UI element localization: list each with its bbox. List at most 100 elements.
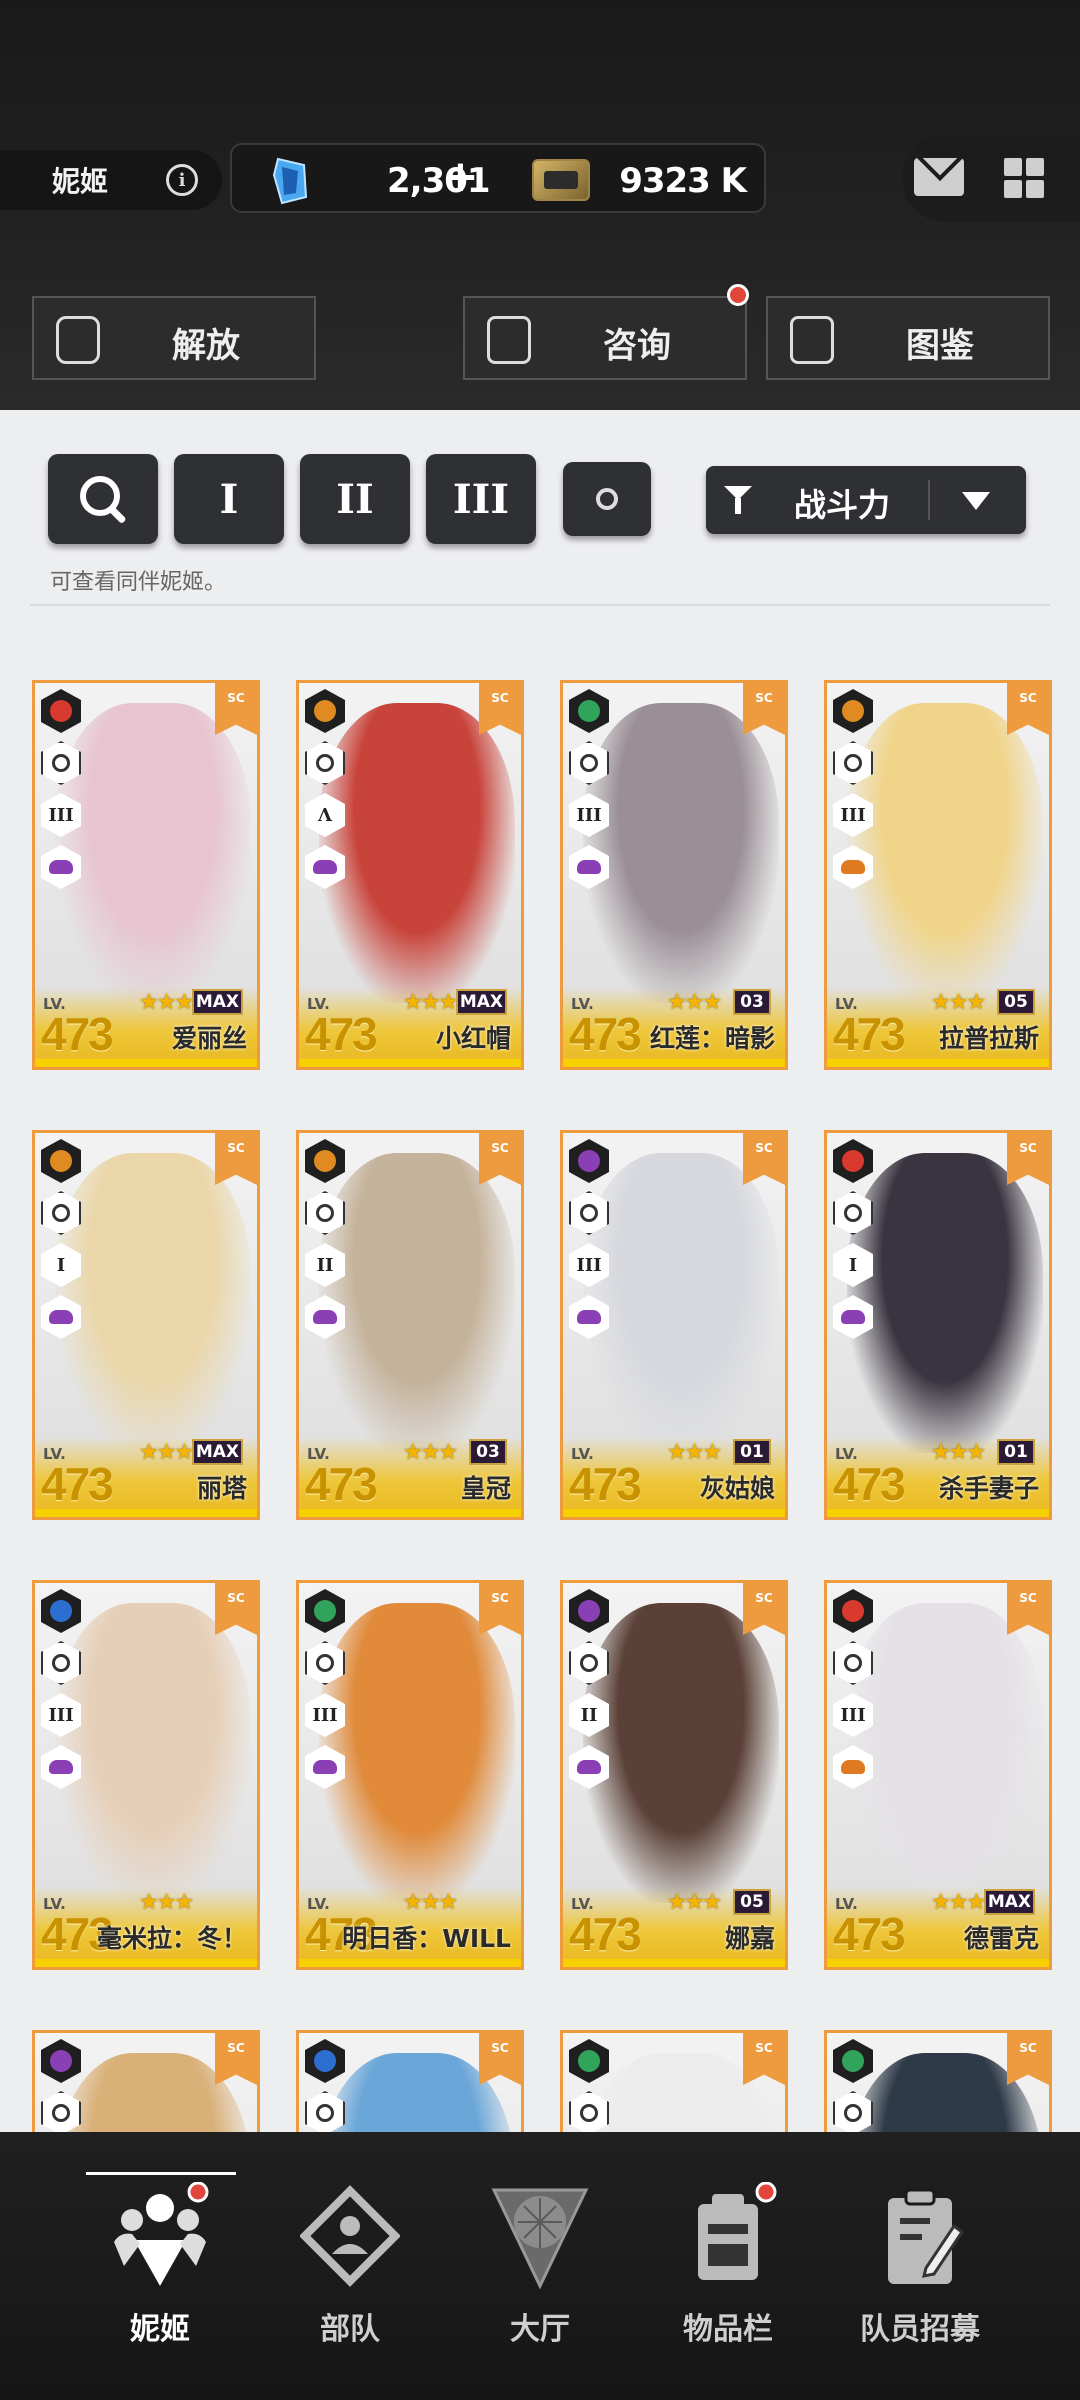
card-badges: III [305,1589,345,1797]
element-icon [569,689,609,733]
currency-bar: 2,301 + 9323 K [230,143,766,213]
element-icon [305,1589,345,1633]
nikke-card[interactable]: SC III LV. 473 ★★★ 05 拉普拉斯 [824,680,1052,1070]
weapon-icon [41,1641,81,1685]
burst-badge: II [305,1243,345,1287]
card-frame: SC II LV. 473 ★★★ 03 皇冠 [296,1130,524,1520]
nikke-card[interactable]: SC III LV. 473 ★★★ 毫米拉：冬！ [32,1580,260,1970]
element-icon [569,2039,609,2083]
nikke-card[interactable]: SC I LV. 473 ★★★ 01 杀手妻子 [824,1130,1052,1520]
sc-rarity-tag: SC [743,1133,785,1185]
star-rating: ★★★ [139,1440,194,1465]
card-frame: SC Λ LV. 473 ★★★ MAX 小红帽 [296,680,524,1070]
card-frame: SC II LV. 473 ★★★ 05 娜嘉 [560,1580,788,1970]
limit-break-badge: 01 [997,1439,1035,1465]
limit-break-badge: MAX [191,1439,243,1465]
release-button[interactable]: 解放 [32,296,316,380]
card-name: 皇冠 [460,1474,511,1503]
sort-dropdown[interactable]: 战斗力 [706,466,1026,534]
sc-rarity-tag: SC [479,1583,521,1635]
class-icon [305,845,345,889]
weapon-icon [305,2091,345,2132]
sc-rarity-tag: SC [743,2033,785,2085]
element-icon [41,1139,81,1183]
nav-lobby[interactable]: 大厅 [450,2182,630,2348]
nikke-card[interactable]: SC III LV. 473 ★★★ 01 灰姑娘 [560,1130,788,1520]
mail-icon[interactable] [914,158,964,196]
add-gems-button[interactable]: + [442,155,479,199]
codex-button[interactable]: 图鉴 [766,296,1050,380]
nikke-list-panel: I II III 战斗力 可查看同伴妮姬。 SC III LV. 473 ★★★ [0,410,1080,2132]
card-badges: Λ [305,689,345,897]
filter-funnel-icon [724,486,752,514]
nikke-card[interactable]: SC III LV. 473 ★★★ 03 红莲：暗影 [560,680,788,1070]
nikke-card[interactable]: SC [824,2030,1052,2132]
nikke-card[interactable]: SC III LV. 473 ★★★ 明日香：WILL [296,1580,524,1970]
nav-squad[interactable]: 部队 [260,2182,440,2348]
character-portrait [55,1153,251,1453]
burst-badge: Λ [305,793,345,837]
class-icon [833,1295,873,1339]
nikke-card[interactable]: SC [560,2030,788,2132]
weapon-icon [41,2091,81,2132]
consult-button[interactable]: 咨询 [463,284,749,380]
weapon-icon [833,1191,873,1235]
sc-rarity-tag: SC [215,683,257,735]
nav-recruit[interactable]: 队员招募 [830,2182,1010,2348]
card-level: 473 [569,1008,642,1060]
card-level: 473 [305,1458,378,1510]
info-icon[interactable]: i [166,164,198,196]
class-icon [41,1295,81,1339]
sc-rarity-tag: SC [479,683,521,735]
nav-nikke[interactable]: 妮姬 [70,2181,250,2348]
search-button[interactable] [48,454,158,544]
nikke-card[interactable]: SC III LV. 473 ★★★ MAX 爱丽丝 [32,680,260,1070]
nikke-card[interactable]: SC III LV. 473 ★★★ MAX 德雷克 [824,1580,1052,1970]
burst-filter-2[interactable]: II [300,454,410,544]
people-icon [114,2181,209,2286]
weapon-icon [833,1641,873,1685]
card-badges: I [833,1139,873,1347]
limit-break-badge: MAX [455,989,507,1015]
credit-icon [532,159,590,201]
card-frame: SC III LV. 473 ★★★ 明日香：WILL [296,1580,524,1970]
limit-break-badge: MAX [983,1889,1035,1915]
nav-inventory[interactable]: 物品栏 [638,2181,818,2348]
limit-break-badge: 03 [733,989,771,1015]
card-level: 473 [569,1908,642,1960]
nikke-card[interactable]: SC II LV. 473 ★★★ 03 皇冠 [296,1130,524,1520]
circle-icon [596,488,618,510]
card-badges: I [41,1139,81,1347]
nav-squad-label: 部队 [320,2312,380,2347]
sc-rarity-tag: SC [1007,2033,1049,2085]
burst-filter-1[interactable]: I [174,454,284,544]
nikke-card[interactable]: SC I LV. 473 ★★★ MAX 丽塔 [32,1130,260,1520]
nikke-card[interactable]: SC [32,2030,260,2132]
element-icon [569,1589,609,1633]
limit-break-badge: 03 [469,1439,507,1465]
nikke-card[interactable]: SC II LV. 473 ★★★ 05 娜嘉 [560,1580,788,1970]
card-name: 毫米拉：冬！ [96,1924,247,1953]
menu-grid-icon[interactable] [1004,158,1044,198]
class-icon [41,845,81,889]
card-frame: SC [560,2030,788,2132]
star-rating: ★★★ [667,1440,722,1465]
nikke-card[interactable]: SC Λ LV. 473 ★★★ MAX 小红帽 [296,680,524,1070]
weapon-icon [41,1191,81,1235]
active-tab-indicator [86,2172,236,2175]
element-icon [833,689,873,733]
card-badges [833,2039,873,2132]
card-badges: II [569,1589,609,1797]
sc-rarity-tag: SC [743,1583,785,1635]
weapon-icon [833,741,873,785]
nikke-card[interactable]: SC [296,2030,524,2132]
card-frame: SC [296,2030,524,2132]
element-icon [305,689,345,733]
page-title: 妮姬 [52,165,109,198]
element-icon [833,1139,873,1183]
limit-break-badge: 05 [733,1889,771,1915]
sc-rarity-tag: SC [215,1583,257,1635]
burst-filter-3[interactable]: III [426,454,536,544]
circle-filter-button[interactable] [563,462,651,536]
star-rating: ★★★ [667,1890,722,1915]
